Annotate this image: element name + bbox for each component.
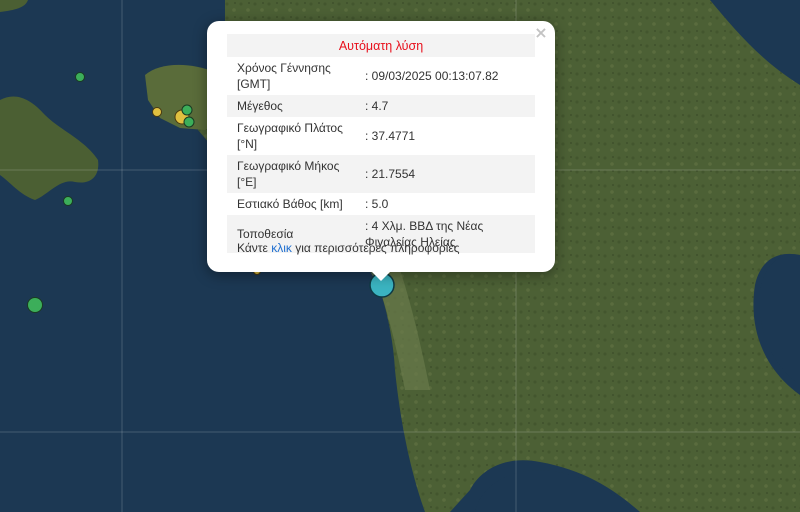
latitude-value: : 37.4771 [365,129,416,143]
depth-value: : 5.0 [365,197,389,211]
earthquake-marker[interactable] [181,104,193,116]
earthquake-popup: × Αυτόματη λύση Χρόνος Γέννησης [GMT] : 0… [207,21,555,272]
more-info-prefix: Κάντε [237,241,272,255]
more-info-text: Κάντε κλικ για περισσότερες πληροφορίες [237,241,460,255]
longitude-label: Γεωγραφικό Μήκος [°E] [227,155,355,193]
popup-title: Αυτόματη λύση [227,34,535,57]
close-icon[interactable]: × [533,25,549,41]
longitude-value: : 21.7554 [355,155,535,193]
depth-label: Εστιακό Βάθος [km] [237,197,343,211]
magnitude-label: Μέγεθος [227,95,355,117]
popup-tip [370,270,392,281]
origin-time-value: : 09/03/2025 00:13:07.82 [365,69,499,83]
earthquake-marker[interactable] [63,196,73,206]
earthquake-info-table: Αυτόματη λύση Χρόνος Γέννησης [GMT] : 09/… [227,34,535,253]
earthquake-marker[interactable] [183,116,195,128]
more-info-link[interactable]: κλικ [271,241,292,255]
magnitude-value: : 4.7 [355,95,535,117]
earthquake-marker[interactable] [27,297,43,313]
earthquake-marker[interactable] [152,107,162,117]
more-info-suffix: για περισσότερες πληροφορίες [291,241,460,255]
latitude-label: Γεωγραφικό Πλάτος [°N] [237,121,343,151]
earthquake-marker[interactable] [75,72,85,82]
origin-time-label: Χρόνος Γέννησης [GMT] [237,61,331,91]
